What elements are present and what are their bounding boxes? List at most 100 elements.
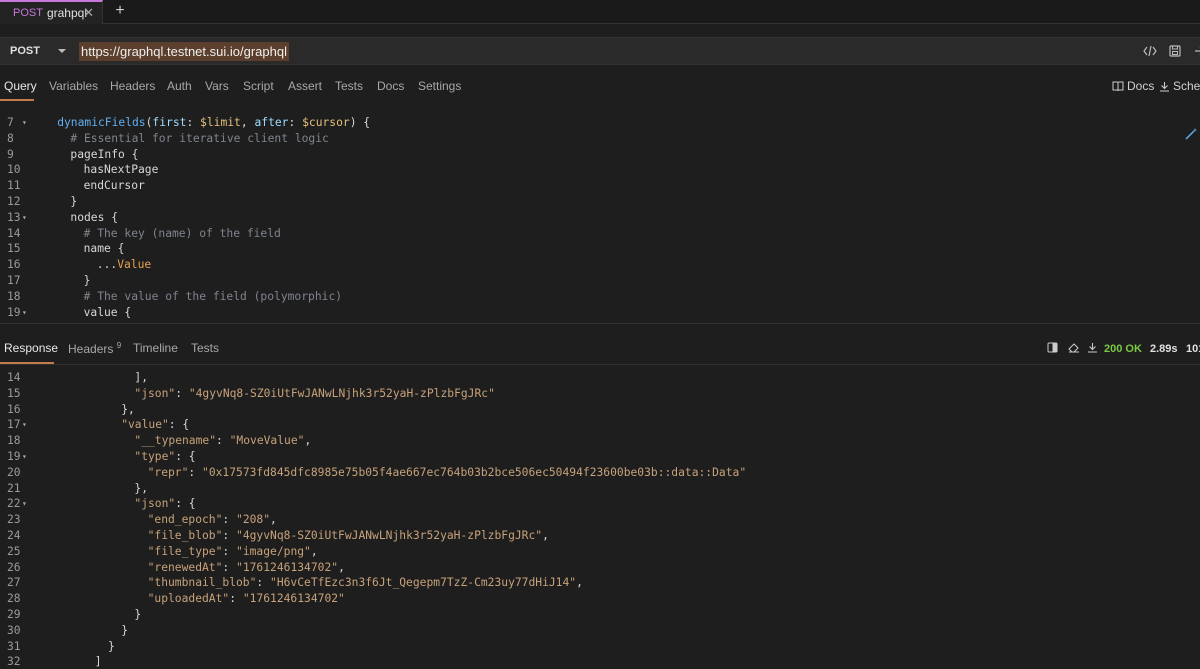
code-token: } [134,608,142,621]
code-token: after [254,116,289,129]
tab-auth[interactable]: Auth [167,79,192,93]
code-text: "json": "4gyvNq8-SZ0iUtFwJANwLNjhk3r52ya… [134,386,494,402]
code-line: 12} [0,194,1200,210]
schema-label: Scher [1173,79,1200,93]
magic-wand-icon[interactable] [1185,127,1198,143]
code-text: } [70,194,77,210]
code-line: 20 "repr": "0x17573fd845dfc8985e75b05f4ae… [0,465,1200,481]
fold-toggle-icon[interactable]: ▾ [22,305,27,318]
send-icon[interactable] [1188,42,1200,60]
code-text: # Essential for iterative client logic [70,131,328,147]
code-token: $limit [200,116,241,129]
http-method-select[interactable]: POST [10,45,40,57]
code-token: # Essential for iterative client logic [70,131,329,145]
code-token: "MoveValue" [229,434,305,448]
line-number: 17 [7,418,21,432]
fold-toggle-icon[interactable]: ▾ [22,496,27,512]
docs-button[interactable]: Docs [1112,79,1154,93]
tab-response-headers[interactable]: Headers 9 [68,341,121,356]
code-text: "renewedAt": "1761246134702", [148,560,345,576]
code-token: , [576,576,583,590]
eraser-icon[interactable] [1068,342,1080,356]
code-text: } [108,639,115,655]
code-token: } [70,195,78,208]
tab-script[interactable]: Script [243,79,274,93]
code-token: # The value of the field (polymorphic) [83,289,343,303]
book-icon [1112,81,1124,91]
code-text: "uploadedAt": "1761246134702" [148,591,345,607]
code-token: "0x17573fd845dfc8985e75b05f4ae667ec764b0… [202,465,747,479]
code-line: 17 ▾ "value": { [0,417,1200,433]
code-token: "4gyvNq8-SZ0iUtFwJANwLNjhk3r52yaH-zPlzbF… [236,529,543,542]
code-line: 29} [0,607,1200,623]
code-line: 10 hasNextPage [0,162,1200,178]
line-number: 20 [7,465,21,479]
code-line: 13 ▾ nodes { [0,210,1200,226]
tab-query[interactable]: Query [4,79,37,93]
tab-response[interactable]: Response [4,341,58,355]
fold-toggle-icon[interactable]: ▾ [22,417,27,433]
pane-divider[interactable] [0,323,1200,324]
code-text: ], [134,370,148,386]
code-text: hasNextPage [84,162,159,178]
code-text: pageInfo { [70,147,138,163]
layout-icon[interactable] [1047,342,1058,356]
tab-assert[interactable]: Assert [288,79,322,93]
request-tabs: Query Variables Headers Auth Vars Script… [0,76,1200,101]
code-token: : [222,513,237,527]
code-token: endCursor [83,179,145,193]
code-line: 21}, [0,481,1200,497]
code-text: } [134,607,141,623]
fold-toggle-icon[interactable]: ▾ [22,449,27,465]
status-code: 200 OK [1104,343,1142,355]
code-token: "1761246134702" [236,560,339,574]
tab-docs[interactable]: Docs [377,79,404,93]
plus-icon[interactable]: + [112,0,128,22]
code-token: , [310,544,318,558]
tab-tests[interactable]: Tests [335,79,363,93]
code-text: } [121,623,128,639]
tab-vars[interactable]: Vars [205,79,229,93]
code-token: ) { [349,116,371,129]
code-token: "__typename" [134,434,217,448]
code-token: } [108,639,115,653]
close-icon[interactable]: ✕ [83,5,94,21]
code-text: }, [134,481,148,497]
code-line: 18 "__typename": "MoveValue", [0,433,1200,449]
url-input[interactable]: https://graphql.testnet.sui.io/graphql [79,42,289,61]
save-icon[interactable] [1163,42,1187,60]
code-text: "type": { [134,449,195,465]
code-token: "end_epoch" [147,513,223,527]
code-token: dynamicFields [57,116,146,129]
code-token: : { [175,497,196,511]
code-token: , [304,434,312,448]
tab-variables[interactable]: Variables [49,79,98,93]
response-viewer[interactable]: 14], 15 "json": "4gyvNq8-SZ0iUtFwJANwLNjhk… [0,370,1200,669]
code-icon[interactable] [1138,42,1162,60]
code-token: name { [83,242,125,256]
tab-response-tests[interactable]: Tests [191,341,219,355]
request-tab[interactable]: POST grahpql ✕ [0,0,103,24]
line-number: 30 [7,623,21,637]
code-text: ...Value [97,257,151,273]
code-line: 8 # Essential for iterative client logic [0,131,1200,147]
code-token: : [229,592,243,606]
line-number: 10 [7,163,21,177]
download-icon[interactable] [1087,342,1098,356]
code-line: 28 "uploadedAt": "1761246134702" [0,591,1200,607]
tab-timeline[interactable]: Timeline [133,341,178,355]
fold-toggle-icon[interactable]: ▾ [22,115,27,131]
schema-button[interactable]: Scher [1159,79,1200,93]
query-editor[interactable]: 7 ▾ dynamicFields(first: $limit, after: $c… [0,115,1200,318]
code-token: : [222,560,237,574]
chevron-down-icon[interactable] [58,49,66,53]
docs-label: Docs [1127,79,1155,93]
code-text: "json": { [134,496,195,512]
line-number: 27 [7,576,21,590]
tab-settings[interactable]: Settings [418,79,461,93]
code-token: "208" [236,513,271,527]
fold-toggle-icon[interactable]: ▾ [22,210,27,226]
code-line: 24 "file_blob": "4gyvNq8-SZ0iUtFwJANwLNjh… [0,528,1200,544]
line-number: 13 [7,210,21,224]
tab-headers[interactable]: Headers [110,79,155,93]
